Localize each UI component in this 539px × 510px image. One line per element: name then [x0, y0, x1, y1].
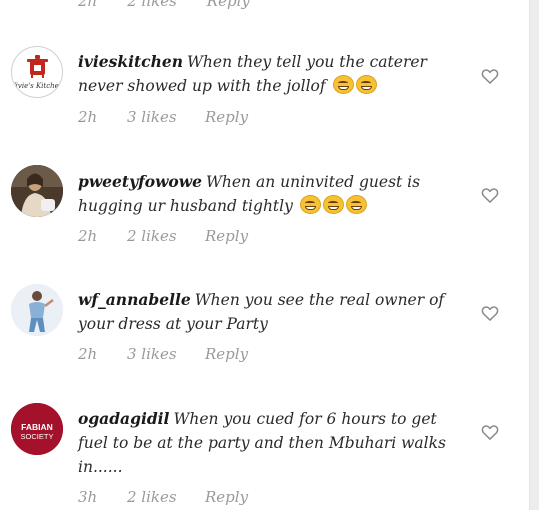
avatar[interactable]: FABIAN SOCIETY	[11, 403, 63, 455]
comment-username[interactable]: ivieskitchen	[78, 52, 183, 71]
comment-time: 2h	[78, 108, 98, 126]
avatar[interactable]	[11, 284, 63, 336]
grinning-tears-emoji	[332, 75, 354, 94]
reply-button[interactable]: Reply	[207, 0, 250, 10]
heart-outline-icon[interactable]	[480, 66, 500, 86]
comment-time: 2h	[78, 227, 98, 245]
comment-body: ogadagidil When you cued for 6 hours to g…	[78, 407, 462, 479]
comment-item: Vivie's Kitchen ivieskitchen When they te…	[0, 46, 529, 156]
comment-likes[interactable]: 2 likes	[127, 0, 177, 10]
reply-button[interactable]: Reply	[205, 108, 248, 126]
comment-body: ivieskitchen When they tell you the cater…	[78, 50, 462, 98]
reply-button[interactable]: Reply	[205, 488, 248, 506]
comment-item: wf_annabelle When you see the real owner …	[0, 284, 529, 394]
avatar[interactable]	[11, 165, 63, 217]
heart-outline-icon[interactable]	[480, 185, 500, 205]
avatar-label: Vivie's Kitchen	[12, 82, 62, 90]
comment-time: 3h	[78, 488, 98, 506]
comment-time: 2h	[78, 0, 98, 10]
partial-comment-meta: 2h 2 likes Reply	[78, 0, 280, 10]
grinning-tears-emoji	[345, 195, 367, 214]
comment-username[interactable]: pweetyfowowe	[78, 172, 202, 191]
comment-meta: 2h 3 likes Reply	[78, 108, 248, 126]
comment-meta: 2h 3 likes Reply	[78, 345, 248, 363]
comment-meta: 2h 2 likes Reply	[78, 227, 248, 245]
comment-item: pweetyfowowe When an uninvited guest is h…	[0, 165, 529, 275]
comment-likes[interactable]: 2 likes	[127, 227, 205, 245]
comment-likes[interactable]: 3 likes	[127, 345, 205, 363]
comment-username[interactable]: wf_annabelle	[78, 290, 191, 309]
reply-button[interactable]: Reply	[205, 345, 248, 363]
grinning-tears-emoji	[299, 195, 321, 214]
avatar-label: FABIAN	[21, 422, 53, 432]
comment-meta: 3h 2 likes Reply	[78, 488, 248, 506]
heart-outline-icon[interactable]	[480, 422, 500, 442]
comments-panel: 2h 2 likes Reply Vivie's Kitchen ivieski…	[0, 0, 529, 510]
avatar-label: SOCIETY	[21, 432, 54, 441]
reply-button[interactable]: Reply	[205, 227, 248, 245]
comment-likes[interactable]: 3 likes	[127, 108, 205, 126]
avatar[interactable]: Vivie's Kitchen	[11, 46, 63, 98]
heart-outline-icon[interactable]	[480, 303, 500, 323]
comment-item: FABIAN SOCIETY ogadagidil When you cued f…	[0, 403, 529, 510]
panel-edge	[529, 0, 539, 510]
comment-time: 2h	[78, 345, 98, 363]
comment-likes[interactable]: 2 likes	[127, 488, 205, 506]
grinning-tears-emoji	[355, 75, 377, 94]
comment-body: wf_annabelle When you see the real owner …	[78, 288, 462, 336]
comment-body: pweetyfowowe When an uninvited guest is h…	[78, 170, 462, 218]
grinning-tears-emoji	[322, 195, 344, 214]
comment-username[interactable]: ogadagidil	[78, 409, 169, 428]
